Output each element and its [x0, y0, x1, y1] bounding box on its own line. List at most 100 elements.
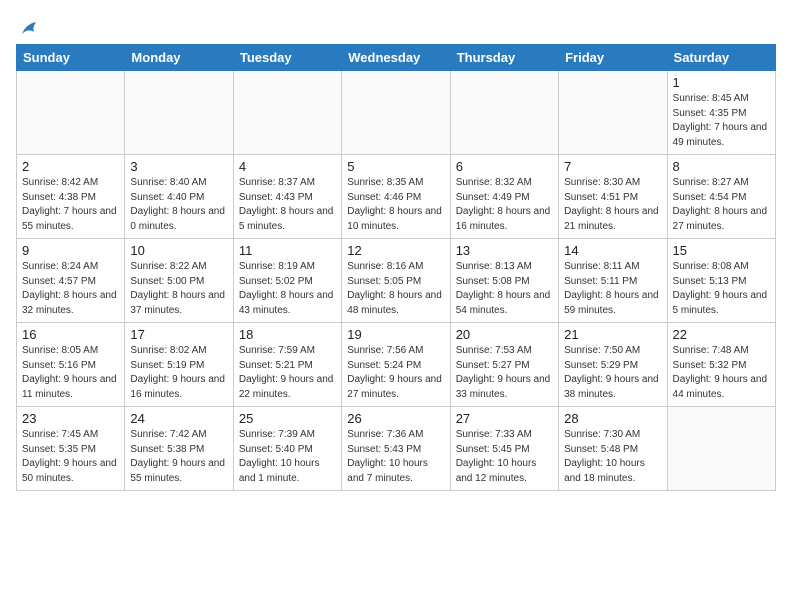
weekday-header-monday: Monday: [125, 45, 233, 71]
day-number: 18: [239, 327, 336, 342]
day-number: 2: [22, 159, 119, 174]
day-number: 21: [564, 327, 661, 342]
day-info: Sunrise: 8:11 AM Sunset: 5:11 PM Dayligh…: [564, 260, 661, 318]
day-number: 23: [22, 411, 119, 426]
calendar-cell: 25 Sunrise: 7:39 AM Sunset: 5:40 PM Dayli…: [233, 407, 341, 491]
day-info: Sunrise: 7:59 AM Sunset: 5:21 PM Dayligh…: [239, 344, 336, 402]
day-number: 13: [456, 243, 553, 258]
day-number: 9: [22, 243, 119, 258]
day-info: Sunrise: 7:39 AM Sunset: 5:40 PM Dayligh…: [239, 428, 336, 486]
calendar-cell: 17 Sunrise: 8:02 AM Sunset: 5:19 PM Dayli…: [125, 323, 233, 407]
day-info: Sunrise: 8:13 AM Sunset: 5:08 PM Dayligh…: [456, 260, 553, 318]
day-info: Sunrise: 7:56 AM Sunset: 5:24 PM Dayligh…: [347, 344, 444, 402]
weekday-header-sunday: Sunday: [17, 45, 125, 71]
day-info: Sunrise: 8:42 AM Sunset: 4:38 PM Dayligh…: [22, 176, 119, 234]
day-number: 24: [130, 411, 227, 426]
day-info: Sunrise: 8:30 AM Sunset: 4:51 PM Dayligh…: [564, 176, 661, 234]
day-number: 4: [239, 159, 336, 174]
day-number: 15: [673, 243, 770, 258]
day-number: 7: [564, 159, 661, 174]
calendar-cell: 13 Sunrise: 8:13 AM Sunset: 5:08 PM Dayli…: [450, 239, 558, 323]
day-number: 12: [347, 243, 444, 258]
day-info: Sunrise: 7:36 AM Sunset: 5:43 PM Dayligh…: [347, 428, 444, 486]
day-info: Sunrise: 7:48 AM Sunset: 5:32 PM Dayligh…: [673, 344, 770, 402]
calendar-cell: 10 Sunrise: 8:22 AM Sunset: 5:00 PM Dayli…: [125, 239, 233, 323]
calendar-cell: 22 Sunrise: 7:48 AM Sunset: 5:32 PM Dayli…: [667, 323, 775, 407]
calendar-cell: 7 Sunrise: 8:30 AM Sunset: 4:51 PM Daylig…: [559, 155, 667, 239]
day-info: Sunrise: 8:22 AM Sunset: 5:00 PM Dayligh…: [130, 260, 227, 318]
day-info: Sunrise: 8:27 AM Sunset: 4:54 PM Dayligh…: [673, 176, 770, 234]
day-info: Sunrise: 8:37 AM Sunset: 4:43 PM Dayligh…: [239, 176, 336, 234]
calendar-cell: [450, 71, 558, 155]
page-header: [16, 16, 776, 36]
day-info: Sunrise: 8:24 AM Sunset: 4:57 PM Dayligh…: [22, 260, 119, 318]
calendar-cell: 4 Sunrise: 8:37 AM Sunset: 4:43 PM Daylig…: [233, 155, 341, 239]
calendar-cell: [125, 71, 233, 155]
calendar-week-row: 2 Sunrise: 8:42 AM Sunset: 4:38 PM Daylig…: [17, 155, 776, 239]
day-info: Sunrise: 8:16 AM Sunset: 5:05 PM Dayligh…: [347, 260, 444, 318]
calendar-week-row: 16 Sunrise: 8:05 AM Sunset: 5:16 PM Dayli…: [17, 323, 776, 407]
day-number: 22: [673, 327, 770, 342]
day-info: Sunrise: 8:19 AM Sunset: 5:02 PM Dayligh…: [239, 260, 336, 318]
day-number: 3: [130, 159, 227, 174]
calendar-cell: 23 Sunrise: 7:45 AM Sunset: 5:35 PM Dayli…: [17, 407, 125, 491]
day-number: 6: [456, 159, 553, 174]
day-number: 1: [673, 75, 770, 90]
calendar-cell: 11 Sunrise: 8:19 AM Sunset: 5:02 PM Dayli…: [233, 239, 341, 323]
calendar-week-row: 9 Sunrise: 8:24 AM Sunset: 4:57 PM Daylig…: [17, 239, 776, 323]
calendar-cell: [17, 71, 125, 155]
calendar-cell: [667, 407, 775, 491]
calendar-cell: [559, 71, 667, 155]
calendar-table: SundayMondayTuesdayWednesdayThursdayFrid…: [16, 44, 776, 491]
calendar-cell: 16 Sunrise: 8:05 AM Sunset: 5:16 PM Dayli…: [17, 323, 125, 407]
calendar-cell: 24 Sunrise: 7:42 AM Sunset: 5:38 PM Dayli…: [125, 407, 233, 491]
day-number: 5: [347, 159, 444, 174]
day-number: 17: [130, 327, 227, 342]
weekday-header-tuesday: Tuesday: [233, 45, 341, 71]
day-info: Sunrise: 7:45 AM Sunset: 5:35 PM Dayligh…: [22, 428, 119, 486]
calendar-week-row: 1 Sunrise: 8:45 AM Sunset: 4:35 PM Daylig…: [17, 71, 776, 155]
weekday-header-friday: Friday: [559, 45, 667, 71]
weekday-header-saturday: Saturday: [667, 45, 775, 71]
day-info: Sunrise: 7:53 AM Sunset: 5:27 PM Dayligh…: [456, 344, 553, 402]
day-info: Sunrise: 8:08 AM Sunset: 5:13 PM Dayligh…: [673, 260, 770, 318]
calendar-cell: [342, 71, 450, 155]
calendar-cell: 15 Sunrise: 8:08 AM Sunset: 5:13 PM Dayli…: [667, 239, 775, 323]
calendar-cell: 9 Sunrise: 8:24 AM Sunset: 4:57 PM Daylig…: [17, 239, 125, 323]
day-info: Sunrise: 8:35 AM Sunset: 4:46 PM Dayligh…: [347, 176, 444, 234]
day-number: 16: [22, 327, 119, 342]
calendar-cell: 28 Sunrise: 7:30 AM Sunset: 5:48 PM Dayli…: [559, 407, 667, 491]
weekday-header-wednesday: Wednesday: [342, 45, 450, 71]
calendar-cell: 3 Sunrise: 8:40 AM Sunset: 4:40 PM Daylig…: [125, 155, 233, 239]
logo: [16, 20, 40, 36]
day-number: 28: [564, 411, 661, 426]
day-info: Sunrise: 7:33 AM Sunset: 5:45 PM Dayligh…: [456, 428, 553, 486]
day-info: Sunrise: 8:45 AM Sunset: 4:35 PM Dayligh…: [673, 92, 770, 150]
day-info: Sunrise: 7:50 AM Sunset: 5:29 PM Dayligh…: [564, 344, 661, 402]
day-number: 27: [456, 411, 553, 426]
calendar-cell: [233, 71, 341, 155]
day-info: Sunrise: 8:05 AM Sunset: 5:16 PM Dayligh…: [22, 344, 119, 402]
calendar-cell: 12 Sunrise: 8:16 AM Sunset: 5:05 PM Dayli…: [342, 239, 450, 323]
day-info: Sunrise: 8:32 AM Sunset: 4:49 PM Dayligh…: [456, 176, 553, 234]
day-number: 19: [347, 327, 444, 342]
day-info: Sunrise: 7:30 AM Sunset: 5:48 PM Dayligh…: [564, 428, 661, 486]
calendar-cell: 8Sunrise: 8:27 AM Sunset: 4:54 PM Daylig…: [667, 155, 775, 239]
day-info: Sunrise: 8:40 AM Sunset: 4:40 PM Dayligh…: [130, 176, 227, 234]
day-info: Sunrise: 7:42 AM Sunset: 5:38 PM Dayligh…: [130, 428, 227, 486]
calendar-cell: 27 Sunrise: 7:33 AM Sunset: 5:45 PM Dayli…: [450, 407, 558, 491]
calendar-cell: 20Sunrise: 7:53 AM Sunset: 5:27 PM Dayli…: [450, 323, 558, 407]
calendar-cell: 2 Sunrise: 8:42 AM Sunset: 4:38 PM Daylig…: [17, 155, 125, 239]
calendar-cell: 6 Sunrise: 8:32 AM Sunset: 4:49 PM Daylig…: [450, 155, 558, 239]
day-number: 11: [239, 243, 336, 258]
day-number: 25: [239, 411, 336, 426]
day-number: 10: [130, 243, 227, 258]
calendar-cell: 21 Sunrise: 7:50 AM Sunset: 5:29 PM Dayli…: [559, 323, 667, 407]
day-info: Sunrise: 8:02 AM Sunset: 5:19 PM Dayligh…: [130, 344, 227, 402]
calendar-cell: 26Sunrise: 7:36 AM Sunset: 5:43 PM Dayli…: [342, 407, 450, 491]
calendar-week-row: 23 Sunrise: 7:45 AM Sunset: 5:35 PM Dayli…: [17, 407, 776, 491]
weekday-header-thursday: Thursday: [450, 45, 558, 71]
calendar-cell: 5 Sunrise: 8:35 AM Sunset: 4:46 PM Daylig…: [342, 155, 450, 239]
calendar-cell: 1 Sunrise: 8:45 AM Sunset: 4:35 PM Daylig…: [667, 71, 775, 155]
calendar-header-row: SundayMondayTuesdayWednesdayThursdayFrid…: [17, 45, 776, 71]
